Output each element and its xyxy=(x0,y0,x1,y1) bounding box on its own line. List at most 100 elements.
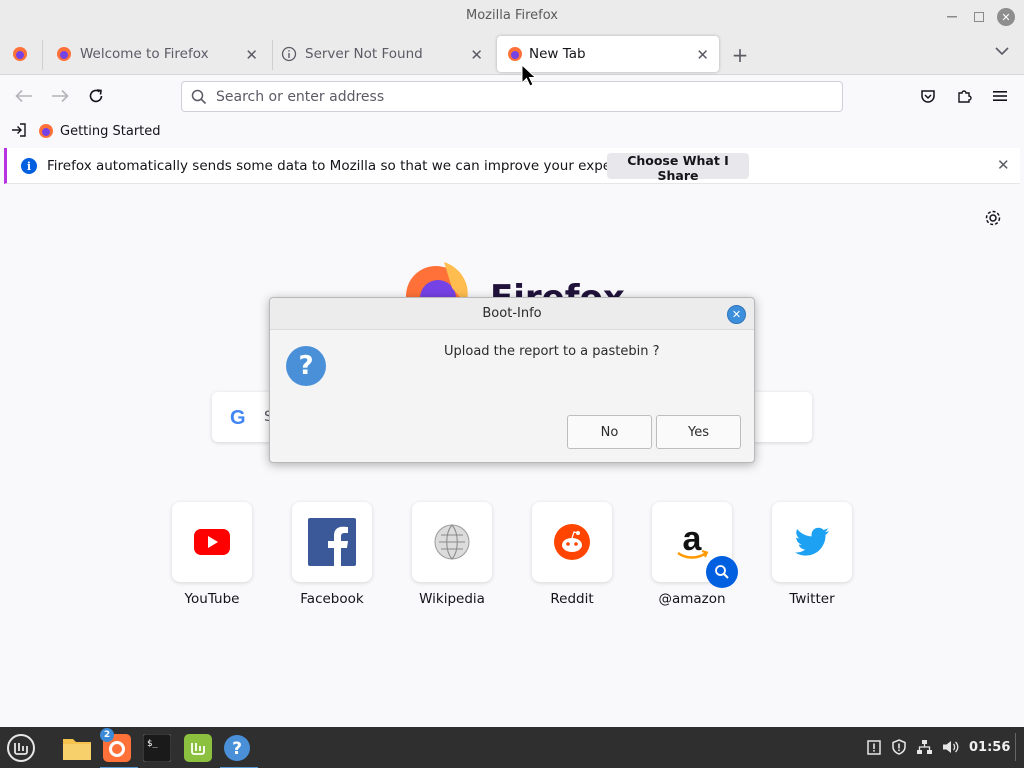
tray-network-icon[interactable] xyxy=(916,739,933,759)
shortcut-reddit[interactable]: Reddit xyxy=(532,502,612,607)
shortcut-twitter[interactable]: Twitter xyxy=(772,502,852,607)
pocket-icon xyxy=(921,90,935,103)
info-icon xyxy=(281,46,297,62)
bookmark-getting-started[interactable]: Getting Started xyxy=(38,121,161,141)
close-window-button[interactable]: ✕ xyxy=(997,8,1015,26)
tab-strip: Welcome to Firefox ✕ Server Not Found ✕ … xyxy=(0,34,1024,75)
taskbar-mintinstall[interactable] xyxy=(181,731,215,765)
info-icon: i xyxy=(21,158,37,174)
bookmark-label: Getting Started xyxy=(60,123,161,139)
mouse-cursor-icon xyxy=(521,63,539,92)
close-tab-icon[interactable]: ✕ xyxy=(696,46,709,64)
svg-text:$_: $_ xyxy=(147,739,158,749)
hamburger-menu-icon xyxy=(993,91,1007,101)
reload-icon xyxy=(89,89,103,103)
taskbar-clock[interactable]: 01:56 xyxy=(969,740,1010,755)
firefox-icon xyxy=(39,124,53,138)
tab-welcome[interactable]: Welcome to Firefox ✕ xyxy=(46,36,268,72)
shortcut-label: Twitter xyxy=(789,591,835,607)
new-tab-button[interactable]: + xyxy=(729,43,751,67)
firefox-icon xyxy=(57,47,71,61)
tray-volume-icon[interactable] xyxy=(942,739,960,759)
personalize-button[interactable] xyxy=(984,209,1002,231)
tab-separator xyxy=(42,40,43,70)
folder-icon xyxy=(63,739,91,760)
svg-text:?: ? xyxy=(232,739,242,759)
wikipedia-icon xyxy=(434,524,470,560)
boot-info-dialog: Boot-Info ✕ ? Upload the report to a pas… xyxy=(269,297,755,463)
terminal-icon: $_ xyxy=(143,734,171,762)
taskbar: 2 $_ ? 01:56 xyxy=(0,727,1024,768)
address-bar[interactable] xyxy=(181,81,843,112)
taskbar-terminal[interactable]: $_ xyxy=(140,731,174,765)
import-icon xyxy=(12,123,26,137)
app-menu-button[interactable] xyxy=(989,85,1011,107)
firefox-view-button[interactable] xyxy=(6,42,34,66)
shortcut-tile[interactable] xyxy=(412,502,492,582)
shortcut-tile[interactable] xyxy=(292,502,372,582)
svg-text:a: a xyxy=(683,522,703,558)
minimize-button[interactable] xyxy=(943,8,961,26)
gear-icon xyxy=(985,210,1001,226)
taskbar-files[interactable] xyxy=(60,731,94,765)
yes-button[interactable]: Yes xyxy=(656,415,741,449)
facebook-icon xyxy=(308,518,356,566)
window-title: Mozilla Firefox xyxy=(466,8,558,23)
search-icon xyxy=(715,565,729,579)
tray-shield-icon[interactable] xyxy=(891,739,907,759)
tab-label: Server Not Found xyxy=(305,46,423,62)
shortcut-youtube[interactable]: YouTube xyxy=(172,502,252,607)
puzzle-icon xyxy=(958,90,972,103)
shortcut-amazon[interactable]: a @amazon xyxy=(652,502,738,607)
pocket-button[interactable] xyxy=(917,85,939,107)
tab-server-not-found[interactable]: Server Not Found ✕ xyxy=(271,36,493,72)
tray-update-icon[interactable] xyxy=(866,739,882,759)
dialog-close-button[interactable]: ✕ xyxy=(727,305,746,324)
no-button[interactable]: No xyxy=(567,415,652,449)
bookmarks-toolbar: Getting Started xyxy=(0,118,1024,144)
mint-menu-button[interactable] xyxy=(4,731,38,765)
extensions-button[interactable] xyxy=(953,85,975,107)
list-all-tabs-button[interactable] xyxy=(995,45,1009,60)
reddit-icon xyxy=(554,524,590,560)
firefox-icon xyxy=(508,47,522,61)
google-icon: G xyxy=(230,407,246,429)
reload-button[interactable] xyxy=(85,85,107,107)
sponsored-search-badge xyxy=(706,556,738,588)
back-button[interactable] xyxy=(13,85,35,107)
data-collection-notification: i Firefox automatically sends some data … xyxy=(4,148,1020,184)
show-desktop-button[interactable] xyxy=(1015,733,1024,761)
youtube-icon xyxy=(194,529,230,555)
search-icon xyxy=(191,89,207,105)
linux-mint-logo-icon xyxy=(7,734,35,762)
shortcut-label: Wikipedia xyxy=(419,591,485,607)
close-notification-icon[interactable]: ✕ xyxy=(997,156,1010,174)
tab-label: Welcome to Firefox xyxy=(80,46,209,62)
shortcut-wikipedia[interactable]: Wikipedia xyxy=(412,502,492,607)
shortcut-tile[interactable] xyxy=(772,502,852,582)
window-titlebar: Mozilla Firefox ✕ xyxy=(0,0,1024,34)
shortcut-tile[interactable] xyxy=(172,502,252,582)
shortcut-label: Facebook xyxy=(300,591,364,607)
question-icon: ? xyxy=(286,346,326,386)
shortcut-tile[interactable] xyxy=(532,502,612,582)
shortcut-tile[interactable]: a xyxy=(652,502,738,588)
question-icon: ? xyxy=(224,735,250,761)
forward-button[interactable] xyxy=(49,85,71,107)
import-bookmarks-button[interactable] xyxy=(11,122,27,142)
dialog-title: Boot-Info xyxy=(270,298,754,330)
address-input[interactable] xyxy=(216,87,816,107)
shortcut-facebook[interactable]: Facebook xyxy=(292,502,372,607)
maximize-button[interactable] xyxy=(970,8,988,26)
taskbar-boot-info[interactable]: ? xyxy=(220,731,258,768)
close-tab-icon[interactable]: ✕ xyxy=(470,46,483,64)
tab-label: New Tab xyxy=(529,46,586,62)
close-tab-icon[interactable]: ✕ xyxy=(245,46,258,64)
forward-arrow-icon xyxy=(52,89,69,103)
chevron-down-icon xyxy=(995,47,1009,56)
window-count-badge: 2 xyxy=(100,728,114,742)
shortcut-label: @amazon xyxy=(658,591,726,607)
navigation-toolbar xyxy=(0,76,1024,116)
back-arrow-icon xyxy=(15,89,32,103)
choose-what-i-share-button[interactable]: Choose What I Share xyxy=(607,153,749,183)
